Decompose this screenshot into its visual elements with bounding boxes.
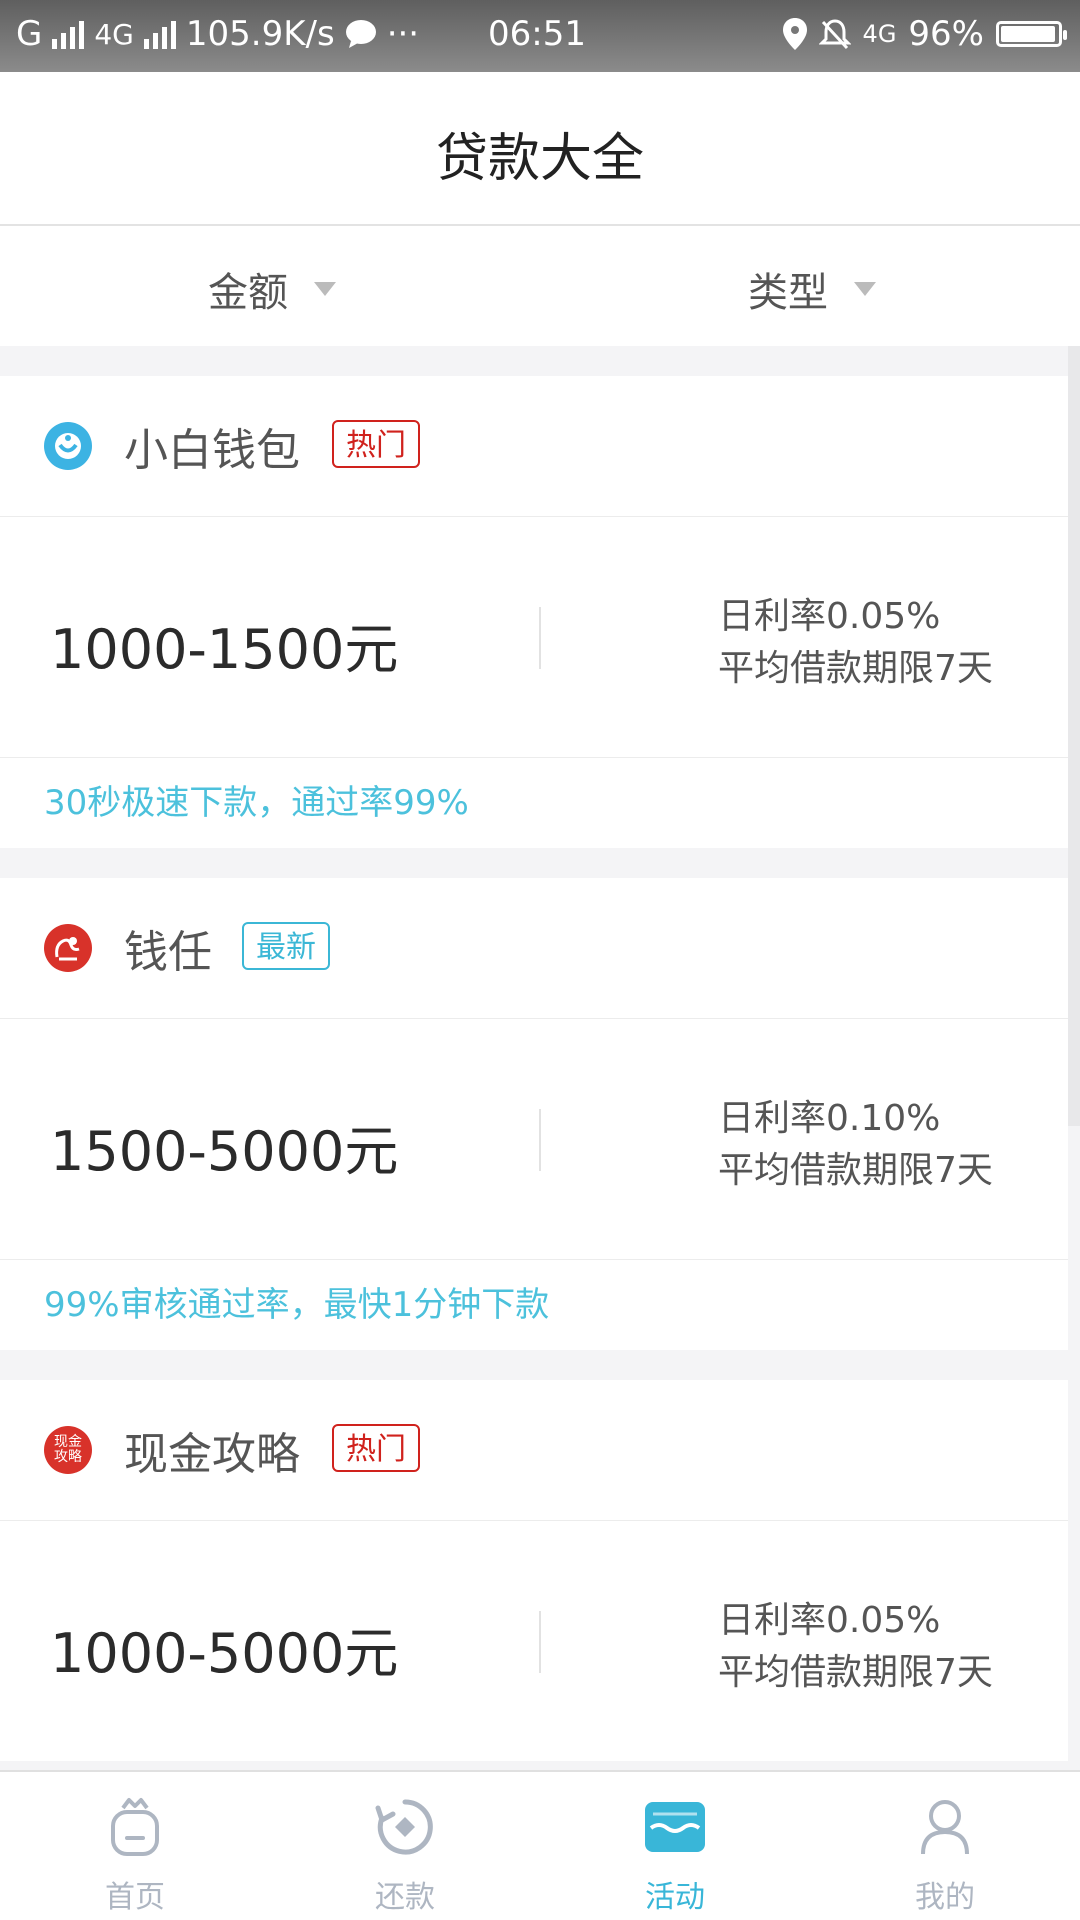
loan-card[interactable]: 钱任 最新 1500-5000元 日利率0.10% 平均借款期限7天 99%审核… <box>0 878 1068 1350</box>
cash-guide-logo-icon: 现金攻略 <box>44 1426 92 1474</box>
loan-term: 平均借款期限7天 <box>718 648 993 689</box>
bag-icon <box>75 1786 195 1868</box>
status-right: 4G 96% <box>782 14 1067 54</box>
tab-repay[interactable]: 还款 <box>345 1786 465 1916</box>
person-icon <box>885 1786 1005 1868</box>
signal-icon-2 <box>143 19 176 49</box>
page-header: 贷款大全 <box>0 72 1080 226</box>
tab-label: 我的 <box>915 1880 975 1915</box>
tab-activity[interactable]: 活动 <box>615 1786 735 1916</box>
tab-label: 首页 <box>105 1880 165 1915</box>
wallet-logo-icon <box>44 422 92 470</box>
battery-icon <box>996 21 1067 47</box>
scrollbar[interactable] <box>1068 346 1080 1126</box>
alarm-off-icon <box>818 19 851 50</box>
clock: 06:51 <box>488 14 586 54</box>
filter-amount-label: 金额 <box>208 270 288 316</box>
divider <box>539 1109 541 1171</box>
daily-rate: 日利率0.05% <box>718 1600 941 1641</box>
lender-name: 小白钱包 <box>124 425 300 476</box>
card-header: 钱任 最新 <box>0 878 1068 1019</box>
triangle-down-icon <box>314 282 336 296</box>
card-slogan: 99%审核通过率，最快1分钟下款 <box>44 1285 550 1325</box>
location-icon <box>782 18 807 50</box>
loan-card[interactable]: 小白钱包 热门 1000-1500元 日利率0.05% 平均借款期限7天 30秒… <box>0 376 1068 848</box>
filter-amount[interactable]: 金额 <box>208 260 336 318</box>
rate-info: 日利率0.05% 平均借款期限7天 <box>718 1595 993 1699</box>
loan-amount: 1500-5000元 <box>50 1120 399 1183</box>
battery-percent: 96% <box>908 14 984 54</box>
divider <box>539 1611 541 1673</box>
tab-me[interactable]: 我的 <box>885 1786 1005 1916</box>
tab-home[interactable]: 首页 <box>75 1786 195 1916</box>
card-header: 小白钱包 热门 <box>0 376 1068 517</box>
network-speed: 105.9K/s <box>185 14 335 54</box>
bottom-tab-bar: 首页 还款 活动 我的 <box>0 1770 1080 1920</box>
more-dots: ··· <box>386 14 420 54</box>
triangle-down-icon <box>854 282 876 296</box>
lender-name: 现金攻略 <box>124 1429 300 1480</box>
daily-rate: 日利率0.10% <box>718 1098 941 1139</box>
status-bar: G 4G 105.9K/s ··· 06:51 4G 96% <box>0 0 1080 72</box>
card-body: 1000-5000元 日利率0.05% 平均借款期限7天 <box>0 1521 1068 1761</box>
loan-amount: 1000-5000元 <box>50 1622 399 1685</box>
filter-type-label: 类型 <box>748 270 828 316</box>
repay-icon <box>345 1786 465 1868</box>
daily-rate: 日利率0.05% <box>718 596 941 637</box>
status-left: G 4G 105.9K/s ··· <box>16 14 419 54</box>
tag-badge: 最新 <box>242 922 330 970</box>
card-body: 1000-1500元 日利率0.05% 平均借款期限7天 <box>0 517 1068 758</box>
tag-badge: 热门 <box>332 1424 420 1472</box>
card-slogan: 30秒极速下款，通过率99% <box>44 783 469 823</box>
divider <box>539 607 541 669</box>
chat-icon <box>345 20 376 48</box>
filter-type[interactable]: 类型 <box>748 260 876 318</box>
tag-badge: 热门 <box>332 420 420 468</box>
logo-text: 现金攻略 <box>54 1434 82 1465</box>
loan-term: 平均借款期限7天 <box>718 1150 993 1191</box>
loan-card[interactable]: 现金攻略 现金攻略 热门 1000-5000元 日利率0.05% 平均借款期限7… <box>0 1380 1068 1761</box>
network-label-2: 4G <box>862 20 897 48</box>
loan-amount: 1000-1500元 <box>50 618 399 681</box>
lender-name: 钱任 <box>124 927 212 978</box>
signal-icon <box>52 19 85 49</box>
tab-label: 活动 <box>645 1880 705 1915</box>
loan-term: 平均借款期限7天 <box>718 1652 993 1693</box>
rate-info: 日利率0.10% 平均借款期限7天 <box>718 1093 993 1197</box>
network-label: 4G <box>94 17 134 51</box>
shop-icon <box>615 1786 735 1868</box>
page-title: 贷款大全 <box>435 129 644 189</box>
filter-bar: 金额 类型 <box>0 226 1080 346</box>
tab-label: 还款 <box>375 1880 435 1915</box>
money-logo-icon <box>44 924 92 972</box>
carrier-label: G <box>16 14 43 54</box>
rate-info: 日利率0.05% 平均借款期限7天 <box>718 591 993 695</box>
card-header: 现金攻略 现金攻略 热门 <box>0 1380 1068 1521</box>
card-body: 1500-5000元 日利率0.10% 平均借款期限7天 <box>0 1019 1068 1260</box>
